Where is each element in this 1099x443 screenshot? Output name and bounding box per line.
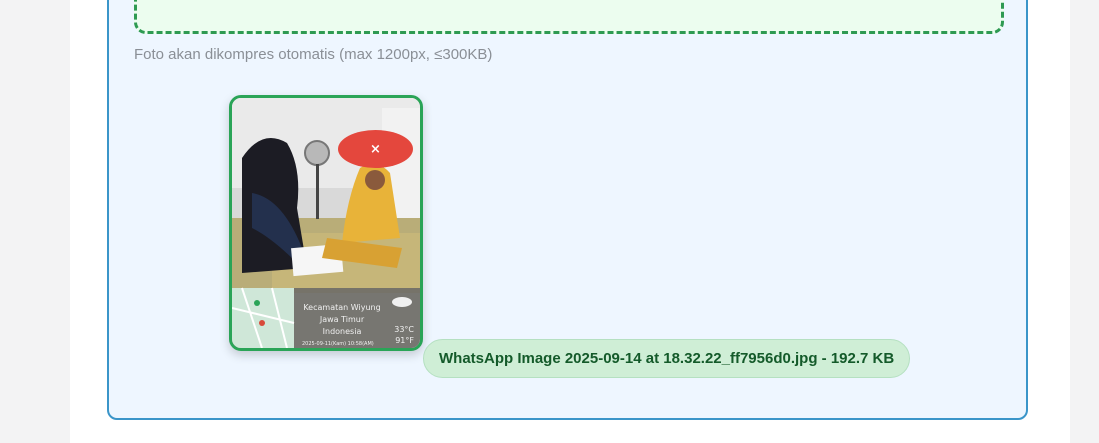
file-info-badge: WhatsApp Image 2025-09-14 at 18.32.22_ff… (423, 339, 911, 378)
photo-dropzone[interactable] (134, 0, 1004, 34)
compression-hint: Foto akan dikompres otomatis (max 1200px… (134, 46, 493, 63)
overlay-province: Jawa Timur (319, 315, 365, 324)
close-icon: × (370, 141, 381, 157)
overlay-temp-c: 33°C (394, 325, 414, 334)
remove-photo-button[interactable]: × (338, 130, 413, 168)
overlay-temp-f: 91°F (395, 336, 414, 345)
overlay-district: Kecamatan Wiyung (303, 303, 380, 312)
overlay-country: Indonesia (323, 327, 362, 336)
overlay-timestamp: 2025-09-11(Kam) 10:58(AM) (302, 341, 374, 347)
